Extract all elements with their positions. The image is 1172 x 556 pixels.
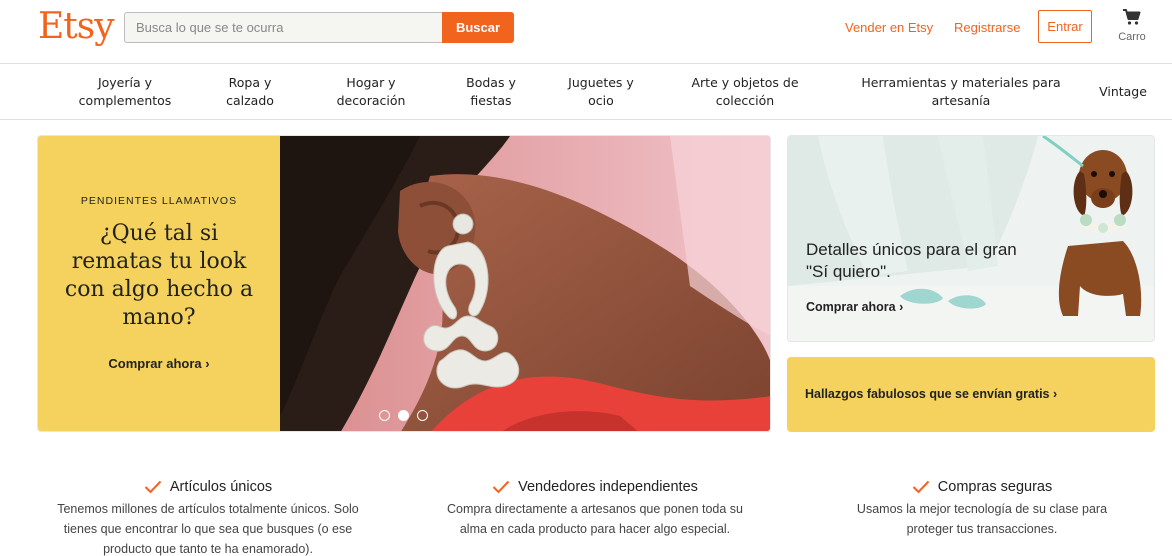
checkmark-icon — [144, 480, 162, 494]
category-vintage[interactable]: Vintage — [1099, 83, 1147, 101]
category-craft-supplies[interactable]: Herramientas y materiales para artesanía — [861, 74, 1060, 110]
category-weddings[interactable]: Bodas y fiestas — [466, 74, 516, 110]
value-prop-desc: Usamos la mejor tecnología de su clase p… — [856, 502, 1108, 536]
value-prop-secure: Compras seguras Usamos la mejor tecnolog… — [812, 476, 1152, 539]
carousel-dot-3[interactable] — [417, 410, 428, 421]
hero-text-panel: PENDIENTES LLAMATIVOS ¿Qué tal si remata… — [38, 136, 280, 431]
category-jewelry[interactable]: Joyería y complementos — [79, 74, 172, 110]
carousel-dots — [377, 410, 437, 424]
search-input[interactable] — [124, 12, 444, 43]
category-clothing[interactable]: Ropa y calzado — [226, 74, 274, 110]
wedding-shop-now-link[interactable]: Comprar ahora › — [806, 300, 903, 314]
checkmark-icon — [492, 480, 510, 494]
checkmark-icon — [912, 480, 930, 494]
cart-icon — [1123, 9, 1141, 25]
sell-on-etsy-link[interactable]: Vender en Etsy — [845, 20, 933, 35]
register-link[interactable]: Registrarse — [954, 20, 1020, 35]
value-prop-desc: Tenemos millones de artículos totalmente… — [57, 502, 359, 556]
sign-in-button[interactable]: Entrar — [1038, 10, 1092, 43]
hero-banner[interactable]: PENDIENTES LLAMATIVOS ¿Qué tal si remata… — [37, 135, 771, 432]
carousel-dot-2-active[interactable] — [398, 410, 409, 421]
value-prop-unique: Artículos únicos Tenemos millones de art… — [38, 476, 378, 556]
hero-earring-photo — [280, 136, 770, 431]
category-art[interactable]: Arte y objetos de colección — [691, 74, 798, 110]
etsy-logo[interactable]: Etsy — [38, 6, 115, 47]
search-bar: Buscar — [124, 12, 514, 43]
value-prop-sellers: Vendedores independientes Compra directa… — [425, 476, 765, 539]
site-header: Etsy Buscar Vender en Etsy Registrarse E… — [0, 0, 1172, 64]
value-prop-title: Compras seguras — [937, 479, 1053, 495]
category-home[interactable]: Hogar y decoración — [337, 74, 406, 110]
value-prop-title: Artículos únicos — [169, 479, 273, 495]
category-toys[interactable]: Juguetes y ocio — [568, 74, 634, 110]
free-shipping-card[interactable]: Hallazgos fabulosos que se envían gratis… — [787, 357, 1155, 432]
value-prop-title: Vendedores independientes — [518, 479, 698, 495]
search-button[interactable]: Buscar — [442, 12, 514, 43]
free-shipping-link[interactable]: Hallazgos fabulosos que se envían gratis… — [805, 387, 1057, 401]
hero-title: ¿Qué tal si rematas tu look con algo hec… — [64, 221, 254, 330]
cart-button[interactable]: Carro — [1110, 8, 1154, 54]
value-prop-desc: Compra directamente a artesanos que pone… — [446, 502, 744, 536]
wedding-card-title: Detalles únicos para el gran "Sí quiero"… — [806, 240, 1017, 281]
category-nav: Joyería y complementos Ropa y calzado Ho… — [0, 64, 1172, 120]
cart-label: Carro — [1118, 31, 1146, 43]
hero-eyebrow: PENDIENTES LLAMATIVOS — [80, 195, 238, 207]
hero-shop-now-link[interactable]: Comprar ahora › — [38, 356, 280, 371]
wedding-promo-card[interactable]: Detalles únicos para el gran "Sí quiero"… — [787, 135, 1155, 342]
carousel-dot-1[interactable] — [379, 410, 390, 421]
